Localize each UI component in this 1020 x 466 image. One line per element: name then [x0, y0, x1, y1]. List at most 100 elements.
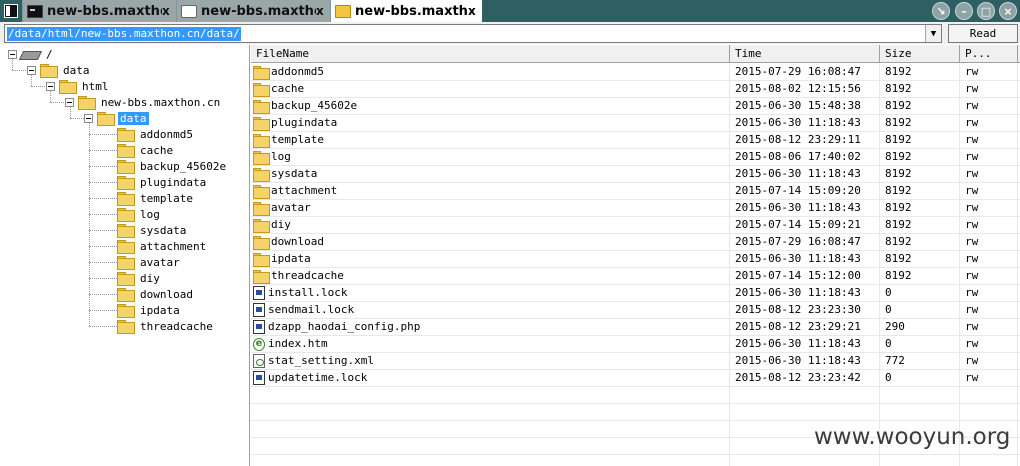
- title-bar: new-bbs.maxthon.cn x new-bbs.maxthon.cn …: [0, 0, 1020, 22]
- tree-node-cache[interactable]: cache: [117, 142, 175, 158]
- collapse-icon[interactable]: [27, 65, 36, 75]
- table-row[interactable]: plugindata 2015-06-30 11:18:43 8192 rw: [251, 115, 1020, 132]
- cell-time: 2015-06-30 11:18:43: [730, 251, 880, 267]
- tab-2[interactable]: new-bbs.maxthon.cn x: [176, 0, 330, 22]
- collapse-icon[interactable]: [8, 49, 17, 59]
- file-name: dzapp_haodai_config.php: [268, 320, 421, 333]
- cell-filename: log: [251, 149, 730, 165]
- empty-row: [251, 455, 1020, 466]
- tab-3-active[interactable]: new-bbs.maxthon.cn x: [330, 0, 482, 22]
- table-row[interactable]: updatetime.lock 2015-08-12 23:23:42 0 rw: [251, 370, 1020, 387]
- tree-node-site[interactable]: new-bbs.maxthon.cn: [65, 94, 222, 110]
- file-name: cache: [271, 82, 305, 95]
- tree-node-plugindata[interactable]: plugindata: [117, 174, 208, 190]
- collapse-icon[interactable]: [65, 97, 74, 107]
- collapse-icon[interactable]: [46, 81, 55, 91]
- cell-filename: ipdata: [251, 251, 730, 267]
- table-row[interactable]: sysdata 2015-06-30 11:18:43 8192 rw: [251, 166, 1020, 183]
- close-icon[interactable]: ×: [999, 2, 1017, 20]
- file-name: template: [271, 133, 324, 146]
- table-row[interactable]: attachment 2015-07-14 15:09:20 8192 rw: [251, 183, 1020, 200]
- cell-permission: rw: [960, 268, 1018, 284]
- cell-filename: e index.htm: [251, 336, 730, 352]
- table-row[interactable]: cache 2015-08-02 12:15:56 8192 rw: [251, 81, 1020, 98]
- cell-size: 8192: [880, 268, 960, 284]
- tab-1[interactable]: new-bbs.maxthon.cn x: [22, 0, 176, 22]
- tree-node-html[interactable]: html: [46, 78, 111, 94]
- cell-permission: rw: [960, 234, 1018, 250]
- tree-node-root[interactable]: /: [8, 46, 55, 62]
- tree-node-log[interactable]: log: [117, 206, 162, 222]
- maximize-icon[interactable]: □: [977, 2, 995, 20]
- read-button[interactable]: Read: [948, 24, 1018, 43]
- tree-node-ipdata[interactable]: ipdata: [117, 302, 182, 318]
- cell-time: 2015-08-12 23:29:21: [730, 319, 880, 335]
- table-row[interactable]: diy 2015-07-14 15:09:21 8192 rw: [251, 217, 1020, 234]
- tree-node-attachment[interactable]: attachment: [117, 238, 208, 254]
- folder-icon: [117, 192, 135, 206]
- tab-close-icon[interactable]: x: [316, 4, 326, 18]
- cell-filename: dzapp_haodai_config.php: [251, 319, 730, 335]
- tree-node-addonmd5[interactable]: addonmd5: [117, 126, 195, 142]
- tab-close-icon[interactable]: x: [468, 4, 478, 18]
- tree-node-avatar[interactable]: avatar: [117, 254, 182, 270]
- table-row[interactable]: addonmd5 2015-07-29 16:08:47 8192 rw: [251, 64, 1020, 81]
- tab-close-icon[interactable]: x: [162, 4, 172, 18]
- column-header-permission[interactable]: P...: [960, 45, 1018, 63]
- table-row[interactable]: log 2015-08-06 17:40:02 8192 rw: [251, 149, 1020, 166]
- watermark: www.wooyun.org: [814, 424, 1011, 450]
- tree-node-diy[interactable]: diy: [117, 270, 162, 286]
- tree-node-backup_45602e[interactable]: backup_45602e: [117, 158, 228, 174]
- cell-size: 8192: [880, 115, 960, 131]
- cell-permission: rw: [960, 183, 1018, 199]
- cell-size: 0: [880, 285, 960, 301]
- cell-size: 772: [880, 353, 960, 369]
- file-name: attachment: [271, 184, 338, 197]
- tab-label: new-bbs.maxthon.cn: [47, 3, 162, 19]
- tree-node-threadcache[interactable]: threadcache: [117, 318, 215, 334]
- folder-icon: [117, 224, 135, 238]
- tree-node-data-selected[interactable]: data: [84, 110, 149, 126]
- table-row[interactable]: ipdata 2015-06-30 11:18:43 8192 rw: [251, 251, 1020, 268]
- cell-permission: rw: [960, 81, 1018, 97]
- column-header-time[interactable]: Time: [730, 45, 880, 63]
- minimize-icon[interactable]: –: [955, 2, 973, 20]
- table-row[interactable]: download 2015-07-29 16:08:47 8192 rw: [251, 234, 1020, 251]
- folder-icon: [78, 96, 96, 110]
- tree-node-download[interactable]: download: [117, 286, 195, 302]
- path-combobox[interactable]: /data/html/new-bbs.maxthon.cn/data/ ▼: [4, 24, 942, 43]
- app-menu-button[interactable]: [0, 0, 22, 22]
- cell-time: 2015-08-02 12:15:56: [730, 81, 880, 97]
- file-name: index.htm: [268, 337, 328, 350]
- table-row[interactable]: stat_setting.xml 2015-06-30 11:18:43 772 rw: [251, 353, 1020, 370]
- table-row[interactable]: sendmail.lock 2015-08-12 23:23:30 0 rw: [251, 302, 1020, 319]
- column-header-filename[interactable]: FileName: [251, 45, 730, 63]
- xml-file-icon: [253, 354, 265, 368]
- table-row[interactable]: dzapp_haodai_config.php 2015-08-12 23:29:…: [251, 319, 1020, 336]
- collapse-icon[interactable]: [84, 113, 93, 123]
- file-name: backup_45602e: [271, 99, 358, 112]
- tree-node-data[interactable]: data: [27, 62, 92, 78]
- cell-time: 2015-06-30 11:18:43: [730, 166, 880, 182]
- cell-filename: updatetime.lock: [251, 370, 730, 386]
- path-input[interactable]: /data/html/new-bbs.maxthon.cn/data/: [7, 27, 241, 41]
- table-row[interactable]: install.lock 2015-06-30 11:18:43 0 rw: [251, 285, 1020, 302]
- tree-label-selected: data: [118, 111, 149, 125]
- tree-node-template[interactable]: template: [117, 190, 195, 206]
- tree-node-sysdata[interactable]: sysdata: [117, 222, 188, 238]
- table-row[interactable]: avatar 2015-06-30 11:18:43 8192 rw: [251, 200, 1020, 217]
- folder-icon: [117, 288, 135, 302]
- table-row[interactable]: template 2015-08-12 23:29:11 8192 rw: [251, 132, 1020, 149]
- table-row[interactable]: backup_45602e 2015-06-30 15:48:38 8192 rw: [251, 98, 1020, 115]
- cell-permission: rw: [960, 302, 1018, 318]
- file-name: avatar: [271, 201, 311, 214]
- folder-icon: [253, 218, 270, 233]
- folder-icon: [40, 64, 58, 78]
- table-row[interactable]: e index.htm 2015-06-30 11:18:43 0 rw: [251, 336, 1020, 353]
- column-header-size[interactable]: Size: [880, 45, 960, 63]
- restore-down-icon[interactable]: ↘: [932, 2, 950, 20]
- file-name: ipdata: [271, 252, 311, 265]
- file-name: stat_setting.xml: [268, 354, 374, 367]
- chevron-down-icon[interactable]: ▼: [925, 25, 941, 42]
- table-row[interactable]: threadcache 2015-07-14 15:12:00 8192 rw: [251, 268, 1020, 285]
